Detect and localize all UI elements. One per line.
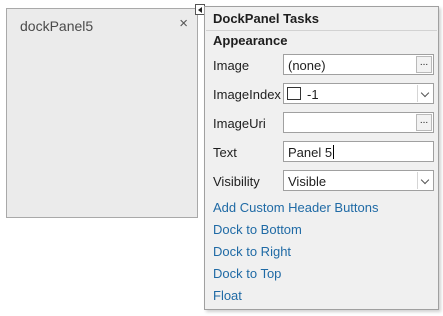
visibility-label: Visibility [213,174,260,189]
dock-to-right-link[interactable]: Dock to Right [213,244,291,259]
tasks-title: DockPanel Tasks [213,11,319,26]
text-input[interactable]: Panel 5 [283,141,434,162]
image-uri-field[interactable]: ... [283,112,434,133]
chevron-down-icon[interactable] [417,172,432,189]
divider [206,30,437,31]
close-icon[interactable]: × [179,16,188,31]
tasks-panel: DockPanel Tasks Appearance Image (none) … [204,6,439,310]
text-label: Text [213,145,237,160]
float-link[interactable]: Float [213,288,242,303]
visibility-value: Visible [288,174,327,189]
chevron-down-icon[interactable] [417,85,432,102]
image-browse-button[interactable]: ... [416,56,432,73]
dock-panel[interactable]: dockPanel5 × [6,8,198,218]
image-uri-browse-button[interactable]: ... [416,114,432,131]
section-header-appearance: Appearance [213,33,288,48]
image-field[interactable]: (none) ... [283,54,434,75]
image-preview-swatch [287,87,301,100]
image-index-label: ImageIndex [213,87,281,102]
dock-panel-caption: dockPanel5 [20,18,94,34]
image-value: (none) [288,58,326,73]
add-custom-header-buttons-link[interactable]: Add Custom Header Buttons [213,200,378,215]
text-value: Panel 5 [288,145,333,160]
image-index-select[interactable]: -1 [283,83,434,104]
dock-to-top-link[interactable]: Dock to Top [213,266,281,281]
image-label: Image [213,58,250,73]
text-caret [333,145,335,159]
visibility-select[interactable]: Visible [283,170,434,191]
dock-to-bottom-link[interactable]: Dock to Bottom [213,222,302,237]
image-uri-label: ImageUri [213,116,266,131]
image-index-value: -1 [307,87,319,102]
